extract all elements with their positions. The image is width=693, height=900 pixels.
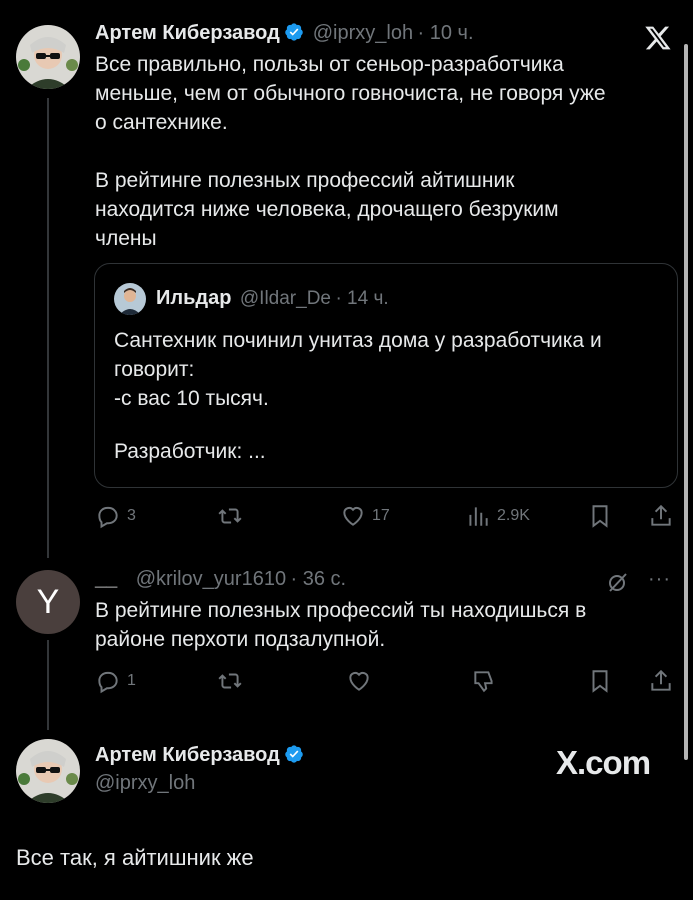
main-tweet-header: Артем Киберзавод: [95, 744, 304, 767]
avatar-letter: Y: [36, 582, 60, 621]
share-icon: [651, 504, 671, 526]
quote-text: Сантехник починил унитаз дома у разработ…: [114, 326, 674, 466]
like-count: 17: [372, 507, 390, 524]
heart-icon: [349, 671, 369, 691]
quote-text-line: -с вас 10 тысяч.: [114, 387, 269, 410]
reply-button[interactable]: 3: [95, 503, 136, 529]
quoted-tweet[interactable]: Ильдар @Ildar_De · 14 ч. Сантехник почин…: [94, 263, 678, 488]
quote-author-handle[interactable]: @Ildar_De: [240, 288, 331, 309]
bookmark-button[interactable]: [587, 668, 613, 694]
verified-badge-icon: [285, 745, 304, 763]
tweet-time[interactable]: · 10 ч.: [418, 22, 474, 44]
reply-button[interactable]: 1: [95, 668, 136, 694]
quote-header: Ильдар @Ildar_De · 14 ч.: [156, 287, 389, 310]
heart-icon: [343, 506, 363, 526]
reply-time[interactable]: · 36 с.: [291, 568, 347, 590]
reply-text: В рейтинге полезных профессий ты находиш…: [95, 596, 665, 654]
like-button[interactable]: [346, 668, 372, 694]
views-button[interactable]: 2.9K: [465, 503, 530, 529]
tweet-text-line: Все правильно, пользы от сеньор-разработ…: [95, 53, 564, 76]
author-name[interactable]: Артем Киберзавод: [95, 22, 280, 44]
author-name[interactable]: Артем Киберзавод: [95, 744, 280, 766]
reply-text-line: районе перхоти подзалупной.: [95, 628, 386, 651]
author-handle[interactable]: @iprxy_loh: [313, 22, 413, 44]
thumbs-down-icon: [474, 671, 493, 693]
share-button[interactable]: [648, 503, 674, 529]
share-icon: [651, 669, 671, 691]
thread-line-1: [47, 98, 49, 558]
tweet-text-line: о сантехнике.: [95, 111, 228, 134]
views-icon: [469, 507, 488, 526]
verified-badge-icon: [285, 23, 304, 41]
reply-count: 3: [127, 507, 136, 524]
reply-icon: [98, 506, 118, 529]
reply-count: 1: [127, 672, 136, 689]
reply-icon: [98, 671, 118, 694]
quote-time[interactable]: · 14 ч.: [335, 288, 388, 309]
quote-author-name[interactable]: Ильдар: [156, 287, 231, 309]
x-logo-icon[interactable]: [643, 24, 673, 52]
quote-text-line: говорит:: [114, 358, 195, 381]
quote-text-line: Разработчик: ...: [114, 440, 266, 463]
tweet-text-line: находится ниже человека, дрочащего безру…: [95, 198, 559, 221]
author-avatar[interactable]: [16, 25, 80, 89]
bookmark-icon: [592, 505, 608, 528]
tweet-header: Артем Киберзавод @iprxy_loh · 10 ч.: [95, 22, 474, 48]
grok-icon[interactable]: [606, 570, 630, 594]
tweet-text: Все правильно, пользы от сеньор-разработ…: [95, 50, 665, 253]
x-com-watermark: X.com: [556, 744, 651, 781]
scrollbar[interactable]: [684, 44, 688, 760]
thread-line-2: [47, 640, 49, 730]
bookmark-icon: [592, 670, 608, 693]
like-button[interactable]: 17: [340, 503, 390, 529]
reply-author-avatar[interactable]: Y: [16, 570, 80, 634]
tweet-text-line: члены: [95, 227, 157, 250]
reply-header: __ @krilov_yur1610 · 36 с.: [95, 568, 346, 591]
reply-text-line: В рейтинге полезных профессий ты находиш…: [95, 599, 587, 622]
reply-author-handle[interactable]: @krilov_yur1610: [136, 568, 286, 590]
more-options-icon[interactable]: ···: [648, 568, 671, 591]
quote-author-avatar[interactable]: [114, 283, 146, 315]
retweet-icon: [218, 508, 242, 524]
bookmark-button[interactable]: [587, 503, 613, 529]
author-handle[interactable]: @iprxy_loh: [95, 772, 195, 795]
reply-author-name[interactable]: __: [95, 568, 117, 590]
retweet-icon: [218, 673, 242, 689]
tweet-text-line: В рейтинге полезных профессий айтишник: [95, 169, 515, 192]
quote-text-line: Сантехник починил унитаз дома у разработ…: [114, 329, 602, 352]
retweet-button[interactable]: [217, 503, 243, 529]
tweet-text-line: меньше, чем от обычного говночиста, не г…: [95, 82, 606, 105]
downvote-button[interactable]: [471, 668, 497, 694]
share-button[interactable]: [648, 668, 674, 694]
main-tweet-text: Все так, я айтишник же: [16, 845, 254, 870]
retweet-button[interactable]: [217, 668, 243, 694]
author-avatar[interactable]: [16, 739, 80, 803]
views-count: 2.9K: [497, 507, 530, 524]
